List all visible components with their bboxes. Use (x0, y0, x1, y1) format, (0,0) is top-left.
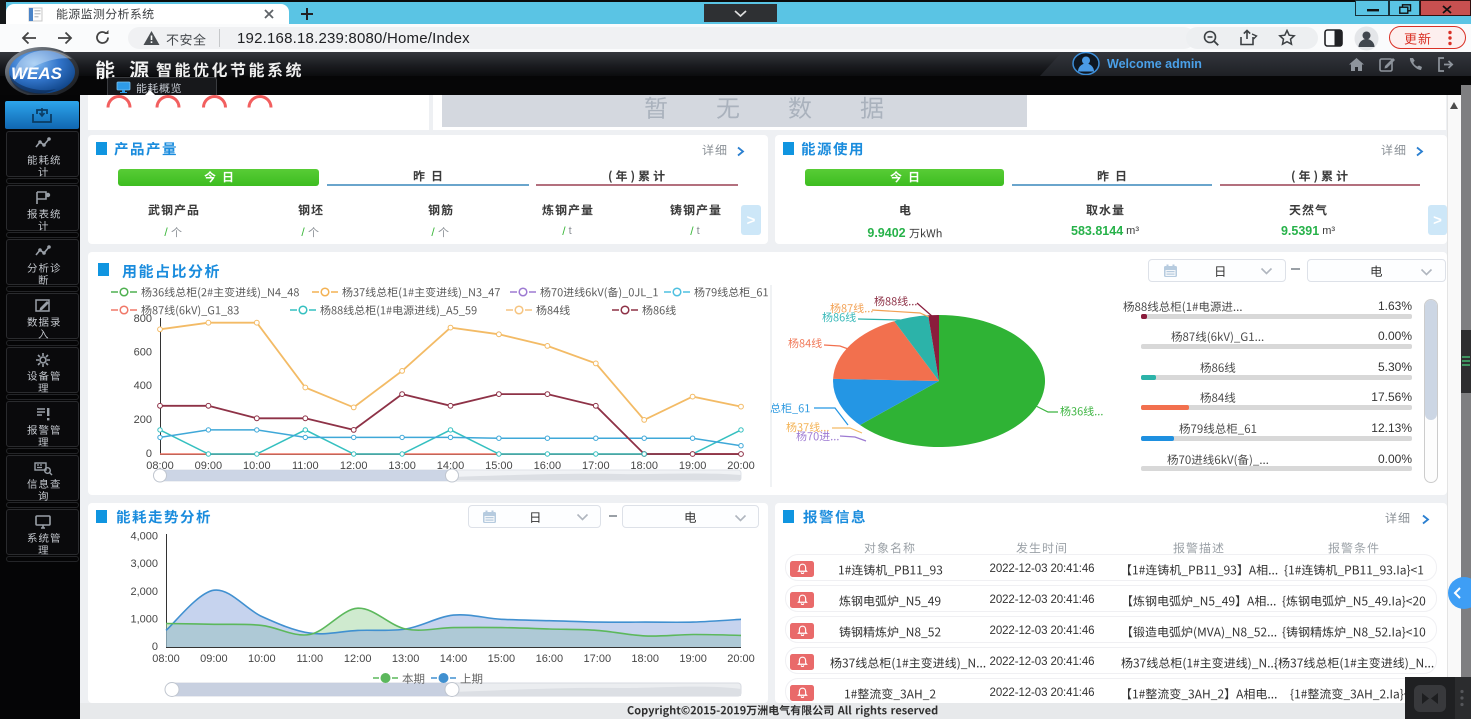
svg-text:1,000: 1,000 (130, 614, 158, 626)
svg-text:200: 200 (134, 414, 152, 426)
svg-text:16:00: 16:00 (536, 653, 564, 665)
svg-text:12:00: 12:00 (344, 653, 372, 665)
svg-text:2,000: 2,000 (130, 586, 158, 598)
svg-text:14:00: 14:00 (440, 653, 468, 665)
svg-text:4,000: 4,000 (130, 531, 158, 543)
svg-text:3,000: 3,000 (130, 558, 158, 570)
svg-text:18:00: 18:00 (631, 653, 659, 665)
svg-text:17:00: 17:00 (584, 653, 612, 665)
svg-text:13:00: 13:00 (392, 653, 420, 665)
svg-text:0: 0 (152, 641, 158, 653)
svg-text:20:00: 20:00 (727, 653, 755, 665)
svg-text:09:00: 09:00 (200, 653, 228, 665)
svg-text:15:00: 15:00 (488, 653, 516, 665)
svg-text:11:00: 11:00 (296, 653, 323, 665)
svg-text:19:00: 19:00 (679, 653, 707, 665)
svg-text:08:00: 08:00 (152, 653, 180, 665)
svg-text:800: 800 (134, 313, 152, 325)
svg-text:10:00: 10:00 (248, 653, 276, 665)
svg-text:WEAS: WEAS (11, 64, 63, 83)
svg-text:400: 400 (134, 380, 152, 392)
svg-text:600: 600 (134, 347, 152, 359)
svg-text:0: 0 (146, 448, 152, 460)
